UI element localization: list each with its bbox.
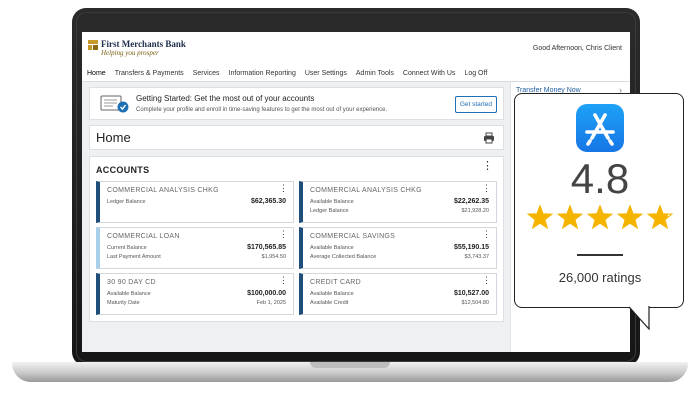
user-greeting: Good Afternoon, Chris Client: [532, 45, 622, 52]
star-icon: [588, 205, 612, 229]
accounts-title: ACCOUNTS: [96, 165, 150, 175]
rating-callout: 4.8 26,000 ratings: [514, 93, 684, 308]
rating-count: 26,000 ratings: [558, 270, 642, 285]
nav-services[interactable]: Services: [193, 70, 220, 77]
star-icon: [618, 205, 642, 229]
bank-logo[interactable]: First Merchants Bank Helping you prosper: [88, 39, 186, 57]
balance-value: $22,262.35: [453, 198, 489, 205]
getting-started-banner: Getting Started: Get the most out of you…: [89, 87, 504, 120]
profile-setup-icon: [100, 95, 129, 113]
secondary-label: Last Payment Amount: [107, 254, 161, 260]
balance-label: Available Balance: [310, 245, 354, 251]
site-header: First Merchants Bank Helping you prosper…: [82, 32, 630, 66]
balance-value: $55,190.15: [453, 244, 489, 251]
card-more-icon[interactable]: ⋮: [279, 276, 288, 285]
secondary-value: $3,743.37: [464, 254, 489, 260]
balance-label: Available Balance: [310, 199, 354, 205]
secondary-label: Maturity Date: [107, 300, 140, 306]
secondary-value: $12,504.80: [461, 300, 489, 306]
secondary-value: $21,928.20: [461, 208, 489, 214]
accounts-panel: ACCOUNTS ⋮ COMMERCIAL ANALYSIS CHKG Ledg…: [89, 156, 504, 322]
account-card[interactable]: COMMERCIAL LOAN Current Balance Last Pay…: [96, 227, 294, 269]
balance-value: $62,365.30: [250, 198, 286, 205]
getting-started-title: Getting Started: Get the most out of you…: [136, 94, 315, 103]
nav-log-off[interactable]: Log Off: [464, 70, 487, 77]
nav-user-settings[interactable]: User Settings: [305, 70, 347, 77]
account-card[interactable]: 30 90 DAY CD Available Balance Maturity …: [96, 273, 294, 315]
card-more-icon[interactable]: ⋮: [279, 230, 288, 239]
secondary-label: Ledger Balance: [310, 208, 349, 214]
secondary-label: Available Credit: [310, 300, 349, 306]
balance-label: Available Balance: [310, 291, 354, 297]
accounts-more-icon[interactable]: ⋮: [482, 161, 493, 172]
account-card[interactable]: CREDIT CARD Available Balance Available …: [299, 273, 497, 315]
card-more-icon[interactable]: ⋮: [482, 230, 491, 239]
nav-information-reporting[interactable]: Information Reporting: [229, 70, 296, 77]
laptop-notch: [310, 362, 390, 368]
card-more-icon[interactable]: ⋮: [482, 276, 491, 285]
secondary-value: $1,954.50: [261, 254, 286, 260]
account-name: CREDIT CARD: [310, 279, 362, 286]
bank-tagline: Helping you prosper: [101, 49, 159, 57]
star-icon: [558, 205, 582, 229]
account-name: COMMERCIAL SAVINGS: [310, 233, 396, 240]
balance-value: $170,565.85: [247, 244, 286, 251]
account-card[interactable]: COMMERCIAL ANALYSIS CHKG Ledger Balance …: [96, 181, 294, 223]
getting-started-text: Complete your profile and enroll in time…: [136, 107, 388, 113]
balance-label: Available Balance: [107, 291, 151, 297]
balance-value: $10,527.00: [453, 290, 489, 297]
callout-tail: [628, 306, 650, 330]
app-store-icon: [576, 104, 624, 152]
page-title: Home: [96, 130, 131, 145]
bank-name: First Merchants Bank: [101, 39, 186, 49]
rating-value: 4.8: [570, 155, 630, 202]
star-rating: [527, 205, 673, 230]
secondary-value: Feb 1, 2025: [256, 300, 286, 306]
nav-connect-with-us[interactable]: Connect With Us: [403, 70, 456, 77]
account-name: 30 90 DAY CD: [107, 279, 156, 286]
account-card[interactable]: COMMERCIAL ANALYSIS CHKG Available Balan…: [299, 181, 497, 223]
get-started-button[interactable]: Get started: [454, 96, 497, 113]
account-name: COMMERCIAL ANALYSIS CHKG: [310, 187, 422, 194]
card-more-icon[interactable]: ⋮: [279, 184, 288, 193]
balance-value: $100,000.00: [247, 290, 286, 297]
account-name: COMMERCIAL ANALYSIS CHKG: [107, 187, 219, 194]
logo-mark-icon: [88, 40, 98, 50]
nav-home[interactable]: Home: [87, 70, 106, 77]
account-card[interactable]: COMMERCIAL SAVINGS Available Balance Ave…: [299, 227, 497, 269]
card-more-icon[interactable]: ⋮: [482, 184, 491, 193]
account-name: COMMERCIAL LOAN: [107, 233, 180, 240]
balance-label: Current Balance: [107, 245, 147, 251]
home-header: Home: [89, 125, 504, 150]
nav-admin-tools[interactable]: Admin Tools: [356, 70, 394, 77]
main-nav: Home Transfers & Payments Services Infor…: [82, 66, 630, 82]
printer-icon[interactable]: [483, 132, 495, 144]
balance-label: Ledger Balance: [107, 199, 146, 205]
nav-transfers-payments[interactable]: Transfers & Payments: [115, 70, 184, 77]
star-icon: [528, 205, 552, 229]
secondary-label: Average Collected Balance: [310, 254, 377, 260]
divider: [577, 254, 623, 256]
